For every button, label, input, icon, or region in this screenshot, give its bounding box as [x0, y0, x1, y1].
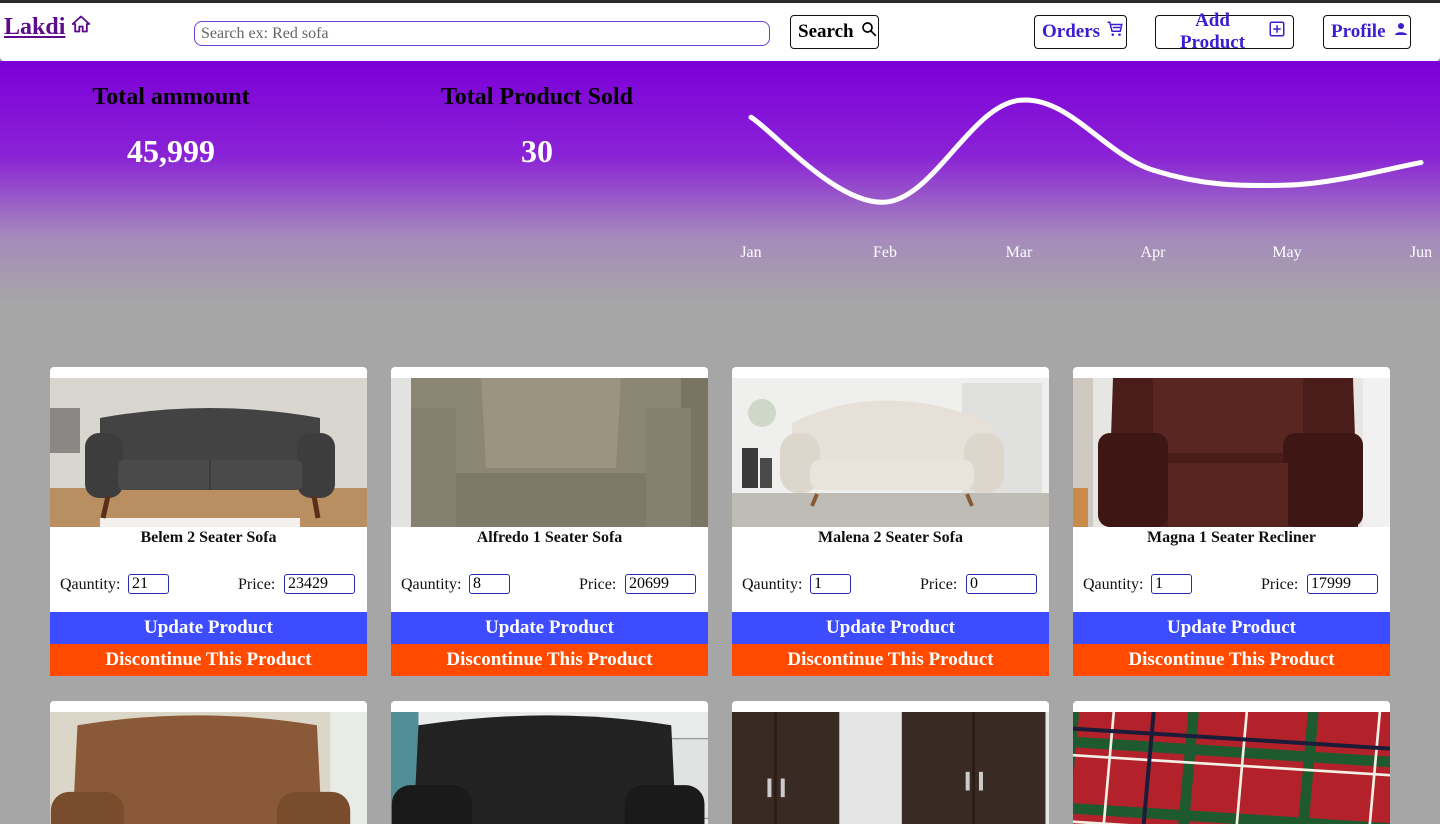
price-input[interactable]: [966, 574, 1037, 594]
x-tick-label: Apr: [1141, 244, 1167, 261]
product-card: Alfredo 1 Seater Sofa Qauntity: Price:: [391, 367, 708, 612]
product-name: Malena 2 Seater Sofa: [817, 529, 963, 546]
discontinue-product-button[interactable]: Discontinue This Product: [50, 644, 367, 676]
update-product-button[interactable]: Update Product: [50, 612, 367, 644]
price-input[interactable]: [284, 574, 355, 594]
product-image: [1073, 378, 1390, 527]
x-tick-label: May: [1272, 244, 1301, 261]
discontinue-product-button[interactable]: Discontinue This Product: [391, 644, 708, 676]
total-amount-label: Total ammount: [92, 84, 250, 110]
price-label: Price:: [579, 576, 617, 593]
search-button[interactable]: Search: [790, 15, 879, 49]
sales-line-chart: Jan Feb Mar Apr May Jun: [740, 97, 1432, 261]
product-name: Belem 2 Seater Sofa: [140, 529, 277, 546]
home-icon: [71, 14, 91, 41]
brand-logo[interactable]: Lakdi: [4, 14, 91, 41]
quantity-label: Qauntity:: [1083, 576, 1144, 593]
discontinue-product-button[interactable]: Discontinue This Product: [732, 644, 1049, 676]
total-amount-value: 45,999: [127, 133, 215, 169]
product-name: Magna 1 Seater Recliner: [1147, 529, 1316, 546]
product-fields: Qauntity: Price:: [742, 574, 1042, 596]
quantity-label: Qauntity:: [401, 576, 462, 593]
product-card: Magna 1 Seater Recliner Qauntity: Price:: [1073, 367, 1390, 612]
quantity-input[interactable]: [469, 574, 510, 594]
price-label: Price:: [1261, 576, 1299, 593]
quantity-label: Qauntity:: [60, 576, 121, 593]
sales-series-line: [748, 97, 1424, 205]
total-sold-label: Total Product Sold: [440, 84, 634, 110]
orders-button-label: Orders: [1042, 21, 1101, 42]
total-sold-value: 30: [521, 133, 553, 169]
product-card: Malena 2 Seater Sofa Qauntity: Price:: [732, 367, 1049, 612]
search-icon: [860, 20, 878, 44]
product-image: [732, 378, 1049, 527]
price-input[interactable]: [1307, 574, 1378, 594]
quantity-label: Qauntity:: [742, 576, 803, 593]
product-fields: Qauntity: Price:: [60, 574, 360, 596]
add-box-icon: [1268, 20, 1286, 44]
product-name: Alfredo 1 Seater Sofa: [476, 529, 623, 546]
update-product-button[interactable]: Update Product: [732, 612, 1049, 644]
price-input[interactable]: [625, 574, 696, 594]
orders-button[interactable]: Orders: [1034, 15, 1127, 49]
profile-button-label: Profile: [1331, 21, 1386, 42]
update-product-button[interactable]: Update Product: [1073, 612, 1390, 644]
cart-icon: [1106, 20, 1124, 44]
add-product-button[interactable]: Add Product: [1155, 10, 1294, 53]
add-product-button-label: Add Product: [1179, 10, 1246, 53]
product-card: [732, 701, 1049, 824]
product-image: [50, 712, 367, 824]
total-sold-stat: Total Product Sold 30: [430, 84, 644, 170]
product-image: [391, 378, 708, 527]
quantity-input[interactable]: [810, 574, 851, 594]
quantity-input[interactable]: [1151, 574, 1192, 594]
product-image: [391, 712, 708, 824]
product-image: [1073, 712, 1390, 824]
x-tick-label: Mar: [1006, 244, 1033, 261]
product-card: [50, 701, 367, 824]
x-tick-label: Feb: [873, 244, 897, 261]
x-tick-label: Jun: [1410, 244, 1432, 261]
brand-name[interactable]: Lakdi: [4, 14, 65, 41]
total-amount-stat: Total ammount 45,999: [70, 84, 272, 170]
product-card: [1073, 701, 1390, 824]
product-fields: Qauntity: Price:: [401, 574, 701, 596]
update-product-button[interactable]: Update Product: [391, 612, 708, 644]
price-label: Price:: [238, 576, 276, 593]
search-button-label: Search: [798, 21, 854, 42]
navbar: Lakdi Search Orders Add Product Profile: [0, 3, 1440, 61]
quantity-input[interactable]: [128, 574, 169, 594]
product-image: [50, 378, 367, 527]
x-tick-label: Jan: [740, 244, 761, 261]
product-card: [391, 701, 708, 824]
discontinue-product-button[interactable]: Discontinue This Product: [1073, 644, 1390, 676]
person-icon: [1392, 20, 1410, 44]
profile-button[interactable]: Profile: [1323, 15, 1411, 49]
product-card: Belem 2 Seater Sofa Qauntity: Price:: [50, 367, 367, 612]
product-fields: Qauntity: Price:: [1083, 574, 1383, 596]
search-input[interactable]: [194, 21, 770, 46]
product-image: [732, 712, 1049, 824]
price-label: Price:: [920, 576, 958, 593]
